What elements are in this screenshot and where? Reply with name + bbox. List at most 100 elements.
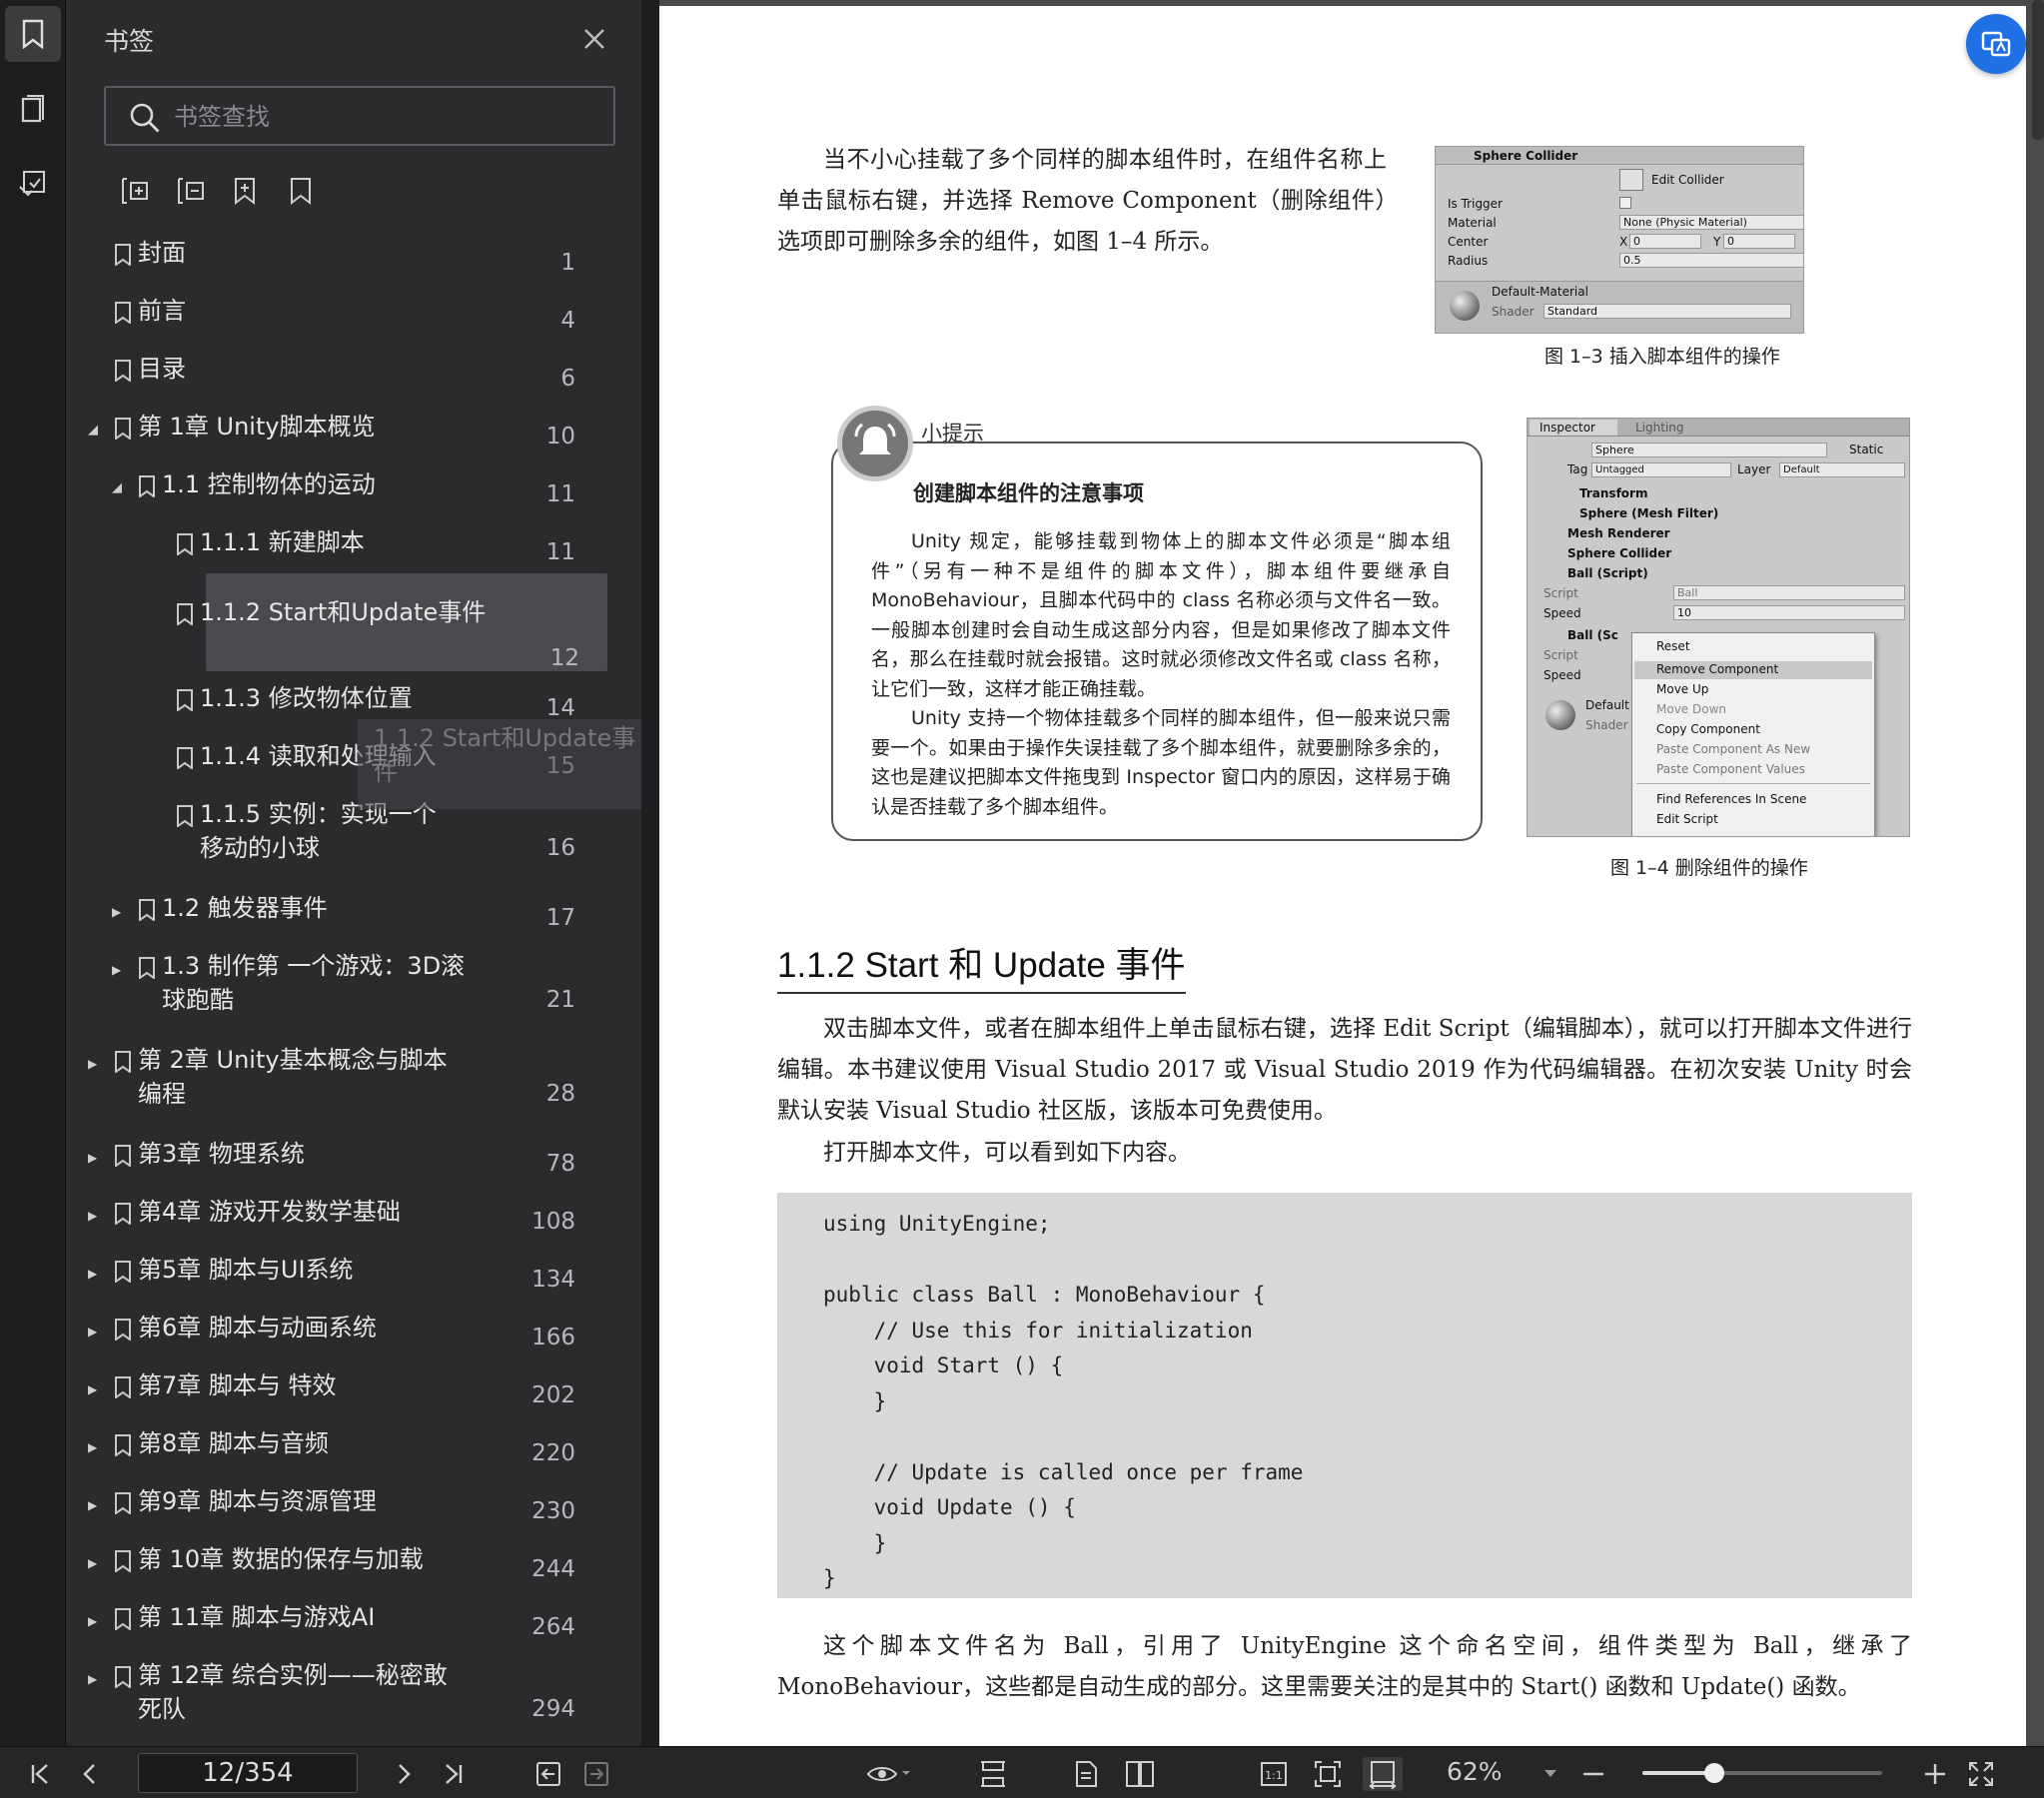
- collapsed-arrow-icon[interactable]: ▶: [112, 963, 126, 977]
- collapsed-arrow-icon[interactable]: ▶: [88, 1614, 102, 1628]
- bookmark-page: 14: [545, 695, 575, 721]
- paragraph-1: 当不小心挂载了多个同样的脚本组件时，在组件名称上单击鼠标右键，并选择 Remov…: [777, 147, 1387, 255]
- bookmark-icon: [115, 1376, 131, 1398]
- fit-width-button[interactable]: [1363, 1757, 1403, 1791]
- collapsed-arrow-icon[interactable]: ▶: [88, 1151, 102, 1165]
- bookmark-tree: 封面 1 前言 4 目录 6 ◢ 第 1章 Unity脚本概览 10 ◢ 1.1 控制物体的运动 11…: [84, 232, 623, 1746]
- last-page-button[interactable]: [436, 1757, 470, 1791]
- bookmark-page: 11: [545, 539, 575, 565]
- zoom-in-button[interactable]: [1918, 1757, 1952, 1791]
- bookmark-item[interactable]: ▶ 第4章 游戏开发数学基础 108: [84, 1191, 603, 1235]
- document-page: 当不小心挂载了多个同样的脚本组件时，在组件名称上单击鼠标右键，并选择 Remov…: [659, 6, 2026, 1746]
- expand-arrow-icon[interactable]: ◢: [112, 481, 126, 495]
- collapsed-arrow-icon[interactable]: ▶: [88, 1209, 102, 1223]
- bookmark-item[interactable]: 前言 4: [84, 290, 603, 334]
- bookmark-item[interactable]: ▶ 第 12章 综合实例——秘密敢死队 294: [84, 1654, 603, 1723]
- remove-bookmark-button[interactable]: [282, 172, 320, 210]
- bookmark-item[interactable]: ◢ 第 1章 Unity脚本概览 10: [84, 406, 603, 450]
- collapsed-arrow-icon[interactable]: ▶: [88, 1057, 102, 1071]
- translate-icon: [1981, 31, 2011, 57]
- page-thumbnail-icon: [21, 95, 44, 123]
- bookmark-label: 第3章 物理系统: [138, 1140, 305, 1168]
- chevron-down-icon: [1544, 1770, 1556, 1777]
- collapsed-arrow-icon[interactable]: ▶: [88, 1382, 102, 1396]
- bookmark-item[interactable]: ▶ 1.3 制作第 一个游戏：3D滚球跑酷 21: [84, 945, 603, 1014]
- bookmark-item[interactable]: 1.1.2 Start和Update事件 12: [177, 573, 607, 671]
- bookmark-page: 17: [545, 905, 575, 931]
- bottom-toolbar: 1:1 62%: [0, 1746, 2044, 1798]
- bookmark-item[interactable]: ▶ 第 11章 脚本与游戏AI 264: [84, 1596, 603, 1640]
- single-page-button[interactable]: [1069, 1757, 1103, 1791]
- panel-splitter[interactable]: [641, 0, 659, 1746]
- two-page-button[interactable]: [1123, 1757, 1157, 1791]
- bookmark-label: 前言: [138, 297, 186, 325]
- bookmark-item[interactable]: ▶ 第7章 脚本与 特效 202: [84, 1364, 603, 1408]
- collapsed-arrow-icon[interactable]: ▶: [88, 1672, 102, 1686]
- go-back-button[interactable]: [531, 1757, 565, 1791]
- bookmark-page: 202: [531, 1382, 575, 1408]
- document-scrollbar[interactable]: [2032, 0, 2044, 140]
- zoom-dropdown[interactable]: [1538, 1757, 1562, 1791]
- collapsed-arrow-icon[interactable]: ▶: [112, 905, 126, 919]
- collapse-all-button[interactable]: [172, 172, 210, 210]
- plus-icon: [1925, 1764, 1945, 1784]
- bookmark-item[interactable]: 封面 1: [84, 232, 603, 276]
- add-bookmark-icon: [235, 178, 255, 206]
- bookmark-item[interactable]: ▶ 第9章 脚本与资源管理 230: [84, 1480, 603, 1524]
- bookmark-item[interactable]: ▶ 第 2章 Unity基本概念与脚本编程 28: [84, 1039, 603, 1108]
- bookmark-icon: [115, 1319, 131, 1341]
- add-bookmark-button[interactable]: [226, 172, 264, 210]
- previous-page-button[interactable]: [74, 1757, 108, 1791]
- bookmark-item[interactable]: ▶ 第5章 脚本与UI系统 134: [84, 1249, 603, 1293]
- expand-arrow-icon[interactable]: ◢: [88, 424, 102, 438]
- annotation-icon: [19, 171, 45, 197]
- bookmark-icon: [177, 805, 193, 827]
- bookmark-label: 1.1.2 Start和Update事件: [200, 598, 487, 626]
- eye-care-button[interactable]: [861, 1757, 917, 1791]
- collapsed-arrow-icon[interactable]: ▶: [88, 1267, 102, 1281]
- bookmark-label: 第6章 脚本与动画系统: [138, 1314, 377, 1342]
- go-forward-button[interactable]: [579, 1757, 613, 1791]
- zoom-out-button[interactable]: [1576, 1757, 1610, 1791]
- translate-button[interactable]: [1966, 14, 2026, 74]
- fit-page-button[interactable]: [1311, 1757, 1345, 1791]
- bookmark-item[interactable]: 目录 6: [84, 348, 603, 392]
- first-page-button[interactable]: [24, 1757, 58, 1791]
- continuous-scroll-button[interactable]: [973, 1757, 1013, 1791]
- bookmark-item[interactable]: ▶ 第6章 脚本与动画系统 166: [84, 1307, 603, 1350]
- bookmark-item[interactable]: ▶ 第 10章 数据的保存与加载 244: [84, 1538, 603, 1582]
- bookmark-item[interactable]: ▶ 第8章 脚本与音频 220: [84, 1422, 603, 1466]
- bookmark-search-input[interactable]: [174, 98, 593, 136]
- collapsed-arrow-icon[interactable]: ▶: [88, 1556, 102, 1570]
- bookmark-page: 21: [545, 987, 575, 1013]
- zoom-level[interactable]: 62%: [1447, 1757, 1503, 1786]
- bookmark-item[interactable]: ▶ 第3章 物理系统 78: [84, 1133, 603, 1177]
- zoom-slider[interactable]: [1642, 1763, 1882, 1783]
- bookmark-label: 1.2 触发器事件: [162, 894, 328, 922]
- zoom-slider-handle[interactable]: [1704, 1763, 1724, 1783]
- collapsed-arrow-icon[interactable]: ▶: [88, 1498, 102, 1512]
- next-page-button[interactable]: [386, 1757, 420, 1791]
- fig2-script-value: Ball: [1673, 585, 1905, 600]
- bookmark-item[interactable]: 1.1.3 修改物体位置 14: [84, 677, 603, 721]
- bookmark-item[interactable]: ▶ 1.2 触发器事件 17: [84, 887, 603, 931]
- bookmark-icon: [177, 603, 193, 625]
- bookmark-page: 12: [549, 645, 579, 671]
- collapsed-arrow-icon[interactable]: ▶: [88, 1440, 102, 1454]
- fullscreen-button[interactable]: [1964, 1757, 1998, 1791]
- close-panel-button[interactable]: [577, 22, 611, 56]
- annotations-rail-button[interactable]: [5, 156, 61, 212]
- expand-all-button[interactable]: [116, 172, 154, 210]
- bookmark-item[interactable]: ◢ 1.1 控制物体的运动 11: [84, 463, 603, 507]
- actual-size-button[interactable]: 1:1: [1257, 1757, 1291, 1791]
- thumbnails-rail-button[interactable]: [5, 82, 61, 138]
- bookmark-panel: 书签 封面 1 前言 4 目录 6 ◢ 第 1章 Unity脚本概览 10 ◢ 1.1 控制物体的运…: [66, 0, 697, 1746]
- fig1-shader-value: Standard: [1543, 304, 1791, 319]
- bookmark-item[interactable]: 1.1.1 新建脚本 11: [84, 521, 603, 565]
- fig2-tag: Tag: [1567, 462, 1588, 476]
- figure-sphere-collider: Sphere Collider Edit Collider Is Trigger…: [1435, 146, 1804, 334]
- collapsed-arrow-icon[interactable]: ▶: [88, 1325, 102, 1339]
- bookmarks-rail-button[interactable]: [5, 6, 61, 62]
- page-number-input[interactable]: [138, 1753, 358, 1793]
- bookmark-page: 108: [531, 1209, 575, 1235]
